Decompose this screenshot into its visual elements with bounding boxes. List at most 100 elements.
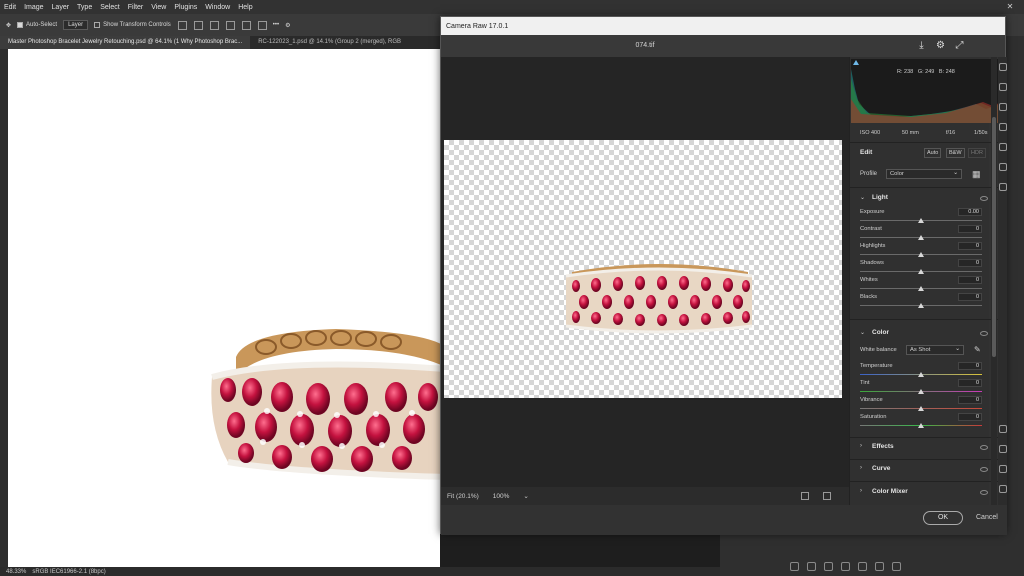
light-slider-value[interactable]: 0 <box>958 293 982 301</box>
link-layers-icon[interactable] <box>790 562 799 571</box>
light-slider-thumb[interactable] <box>918 303 924 308</box>
zoom-fit-button[interactable]: Fit (20.1%) <box>447 493 479 500</box>
mask-icon[interactable] <box>824 562 833 571</box>
light-slider-thumb[interactable] <box>918 218 924 223</box>
menu-plugins[interactable]: Plugins <box>170 4 201 11</box>
color-slider-value[interactable]: 0 <box>958 362 982 370</box>
scrollbar-thumb[interactable] <box>992 117 996 357</box>
align-top-icon[interactable] <box>225 20 235 30</box>
doc-tab-1[interactable]: Master Photoshop Bracelet Jewelry Retouc… <box>0 36 251 49</box>
new-layer-icon[interactable] <box>875 562 884 571</box>
crop-icon[interactable] <box>999 83 1007 91</box>
auto-button[interactable]: Auto <box>924 148 942 158</box>
trash-icon[interactable] <box>892 562 901 571</box>
show-transform-checkbox[interactable] <box>94 22 101 28</box>
zoom-level[interactable]: 48.33% <box>6 569 26 575</box>
light-slider-value[interactable]: 0 <box>958 242 982 250</box>
light-slider-value[interactable]: 0 <box>958 259 982 267</box>
light-slider-value[interactable]: 0 <box>958 225 982 233</box>
doc-tab-2[interactable]: RC-122023_1.psd @ 14.1% (Group 2 (merged… <box>250 36 409 49</box>
presets-icon[interactable] <box>999 163 1007 171</box>
edit-sliders-icon[interactable] <box>999 63 1007 71</box>
close-icon[interactable]: ✕ <box>996 0 1024 14</box>
move-tool-icon[interactable]: ✥ <box>6 22 11 29</box>
camera-raw-tools <box>998 57 1007 505</box>
eye-icon[interactable] <box>980 445 988 450</box>
edit-panel: R: 238 G: 249 B: 248 ISO 400 50 mm f/16 … <box>849 57 999 505</box>
cancel-button[interactable]: Cancel <box>976 514 998 521</box>
color-profile: sRGB IEC61966-2.1 (8bpc) <box>32 568 106 575</box>
color-slider-thumb[interactable] <box>918 406 924 411</box>
light-slider-thumb[interactable] <box>918 235 924 240</box>
color-slider-value[interactable]: 0 <box>958 396 982 404</box>
white-balance-select[interactable]: As Shot ⌄ <box>906 345 964 355</box>
red-eye-icon[interactable] <box>999 143 1007 151</box>
menu-view[interactable]: View <box>147 4 170 11</box>
color-slider-thumb[interactable] <box>918 372 924 377</box>
light-slider-row: Shadows 0 <box>850 259 998 276</box>
compare-view-icon[interactable] <box>823 492 831 500</box>
align-right-icon[interactable] <box>209 20 219 30</box>
grid-icon[interactable] <box>999 485 1007 493</box>
eye-icon[interactable] <box>980 196 988 201</box>
group-icon[interactable] <box>858 562 867 571</box>
menu-filter[interactable]: Filter <box>124 4 148 11</box>
eye-icon[interactable] <box>980 490 988 495</box>
zoom-100-button[interactable]: 100% <box>493 493 510 500</box>
auto-select-checkbox[interactable] <box>17 22 24 28</box>
image-preview[interactable] <box>441 57 849 487</box>
light-slider-thumb[interactable] <box>918 286 924 291</box>
more-options-button[interactable]: ••• <box>273 22 279 28</box>
layer-select-value[interactable]: Layer <box>63 20 89 30</box>
align-left-icon[interactable] <box>177 20 187 30</box>
zoom-icon[interactable] <box>999 425 1007 433</box>
bw-button[interactable]: B&W <box>946 148 965 158</box>
eye-icon[interactable] <box>980 331 988 336</box>
color-slider-value[interactable]: 0 <box>958 379 982 387</box>
ok-button[interactable]: OK <box>923 511 963 525</box>
adjustment-icon[interactable] <box>841 562 850 571</box>
eye-icon[interactable] <box>980 467 988 472</box>
save-icon[interactable]: ⤓ <box>916 40 927 51</box>
light-slider-thumb[interactable] <box>918 269 924 274</box>
hand-icon[interactable] <box>999 445 1007 453</box>
align-middle-icon[interactable] <box>241 20 251 30</box>
fullscreen-icon[interactable]: ⤢ <box>954 40 965 51</box>
color-slider-thumb[interactable] <box>918 389 924 394</box>
show-transform-option[interactable]: Show Transform Controls <box>94 22 171 28</box>
menu-edit[interactable]: Edit <box>0 4 20 11</box>
zoom-dropdown-chevron-icon[interactable]: ⌄ <box>523 492 528 500</box>
color-sampler-icon[interactable] <box>999 465 1007 473</box>
menu-select[interactable]: Select <box>96 4 123 11</box>
fx-icon[interactable] <box>807 562 816 571</box>
document-canvas[interactable] <box>8 49 440 567</box>
light-slider-thumb[interactable] <box>918 252 924 257</box>
align-center-icon[interactable] <box>193 20 203 30</box>
layer-select[interactable]: Layer <box>63 20 89 30</box>
align-bottom-icon[interactable] <box>257 20 267 30</box>
profile-select[interactable]: Color ⌄ <box>886 169 962 179</box>
menu-help[interactable]: Help <box>234 4 256 11</box>
menu-type[interactable]: Type <box>73 4 96 11</box>
before-after-icon[interactable] <box>801 492 809 500</box>
menu-layer[interactable]: Layer <box>48 4 74 11</box>
divider <box>850 481 998 482</box>
rgb-readout: R: 238 G: 249 B: 248 <box>897 69 955 75</box>
color-slider-thumb[interactable] <box>918 423 924 428</box>
color-slider-value[interactable]: 0 <box>958 413 982 421</box>
healing-icon[interactable] <box>999 103 1007 111</box>
profile-browser-icon[interactable]: ▦ <box>972 169 981 180</box>
eyedropper-icon[interactable]: ✎ <box>974 345 981 354</box>
menu-window[interactable]: Window <box>201 4 234 11</box>
gear-icon[interactable]: ⚙ <box>285 22 290 29</box>
masking-icon[interactable] <box>999 123 1007 131</box>
auto-select-option[interactable]: Auto-Select <box>17 22 57 28</box>
hdr-button[interactable]: HDR <box>968 148 986 158</box>
more-image-settings-icon[interactable] <box>999 183 1007 191</box>
menu-image[interactable]: Image <box>20 4 47 11</box>
settings-gear-icon[interactable]: ⚙ <box>935 40 946 51</box>
readout-g: G: 249 <box>917 69 935 75</box>
light-slider-value[interactable]: 0.00 <box>958 208 982 216</box>
light-slider-value[interactable]: 0 <box>958 276 982 284</box>
edit-panel-scrollbar[interactable] <box>991 57 997 505</box>
